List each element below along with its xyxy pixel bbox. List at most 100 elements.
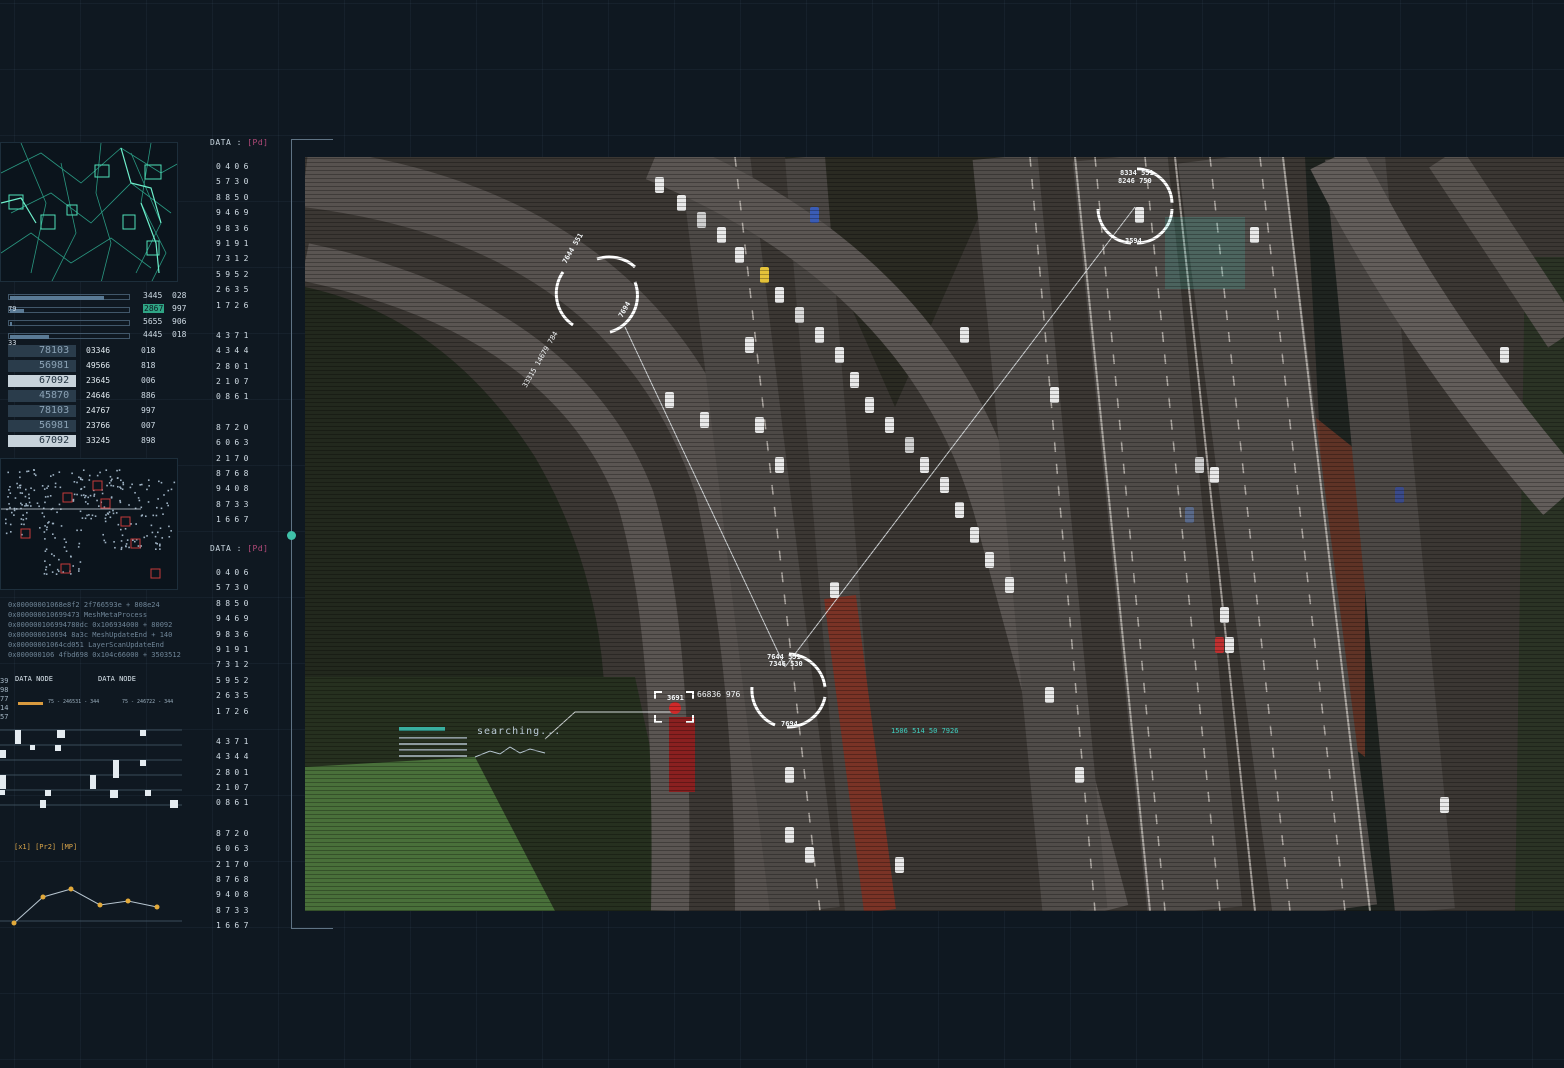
data-digit-row: 2635: [216, 691, 253, 701]
node-number: 57: [0, 713, 9, 721]
data-label: DATA: [210, 138, 232, 147]
log-line: 0x000000010694 8a3c MeshUpdateEnd + 140: [8, 631, 173, 639]
data-digit-row: 5952: [216, 675, 253, 685]
node-numbers: 39 98 77 14 57: [0, 677, 8, 722]
data-digit-row: 9836: [216, 629, 253, 639]
data-column-2: DATA : [Pd] 0406 5730 8850 9469 9836 9191 7312…: [210, 544, 270, 934]
data-tag: [Pd]: [247, 544, 269, 553]
stat-bar-fill: [10, 322, 12, 326]
signal-barcode: [0, 725, 182, 820]
data-node-title: DATA NODE: [98, 675, 136, 683]
data-digit-row: 2170: [216, 453, 253, 463]
data-header: DATA : [Pd]: [210, 138, 269, 147]
node-number: 39: [0, 677, 9, 685]
data-header: DATA : [Pd]: [210, 544, 269, 553]
data-digit-row: 5730: [216, 583, 253, 593]
id-value: 67092: [8, 375, 76, 387]
data-digit-row: 9469: [216, 208, 253, 218]
id-value: 56981: [8, 420, 76, 432]
data-digit-row: 8733: [216, 499, 253, 509]
id-value: 78103: [8, 345, 76, 357]
id-stat-2: 886: [141, 391, 156, 400]
target-box-label: 3691: [667, 694, 684, 702]
data-digit-row: 8768: [216, 875, 253, 885]
id-stat-1: 03346: [86, 346, 111, 355]
data-digit-row: 1726: [216, 706, 253, 716]
data-digit-row: 0861: [216, 392, 253, 402]
search-status: searching...: [477, 726, 562, 737]
data-digit-row: 8720: [216, 422, 253, 432]
highway-scene: [305, 157, 1564, 911]
data-digit-row: 1667: [216, 515, 253, 525]
data-digit-row: 7312: [216, 254, 253, 264]
aerial-viewport[interactable]: 8334 551 8246 750 3594 7644 551 7694 333…: [305, 157, 1564, 911]
id-stat-2: 018: [141, 346, 156, 355]
data-digit-row: 2801: [216, 361, 253, 371]
data-digit-row: 8850: [216, 598, 253, 608]
stat-bar-value-2: 997: [172, 304, 187, 313]
data-digit-row: 2635: [216, 285, 253, 295]
target-3-label-bottom: 7694: [781, 720, 798, 728]
id-stat-2: 007: [141, 421, 156, 430]
id-stat-1: 24767: [86, 406, 111, 415]
id-stat-2: 898: [141, 436, 156, 445]
node-number: 98: [0, 686, 9, 694]
coordinate-readout: 1506 514 50 7926: [891, 727, 959, 735]
data-node-block: 39 98 77 14 57 DATA NODE DATA NODE 75 - …: [0, 675, 182, 725]
stat-bar-value: 5655: [143, 317, 163, 326]
log-line: 0x000000010699473 MeshMetaProcess: [8, 611, 148, 619]
data-node-title: DATA NODE: [15, 675, 53, 683]
data-digit-row: 8768: [216, 469, 253, 479]
data-digit-row: 4371: [216, 736, 253, 746]
id-stat-2: 997: [141, 406, 156, 415]
stat-bar-value-2: 906: [172, 317, 187, 326]
left-panel: 3445 028 2867 997 79 5655 906 4445 018 3…: [0, 130, 187, 930]
world-map: [0, 458, 178, 590]
stat-bar-fill: [10, 296, 104, 300]
target-1-label-top: 8334 551: [1120, 169, 1154, 177]
id-stat-1: 49566: [86, 361, 111, 370]
log-line: 0x00000001064cd051 LayerScanUpdateEnd: [8, 641, 164, 649]
data-digit-row: 1667: [216, 921, 253, 931]
log-line: 0x000000106994780dc 0x106934000 + 80092: [8, 621, 173, 629]
target-1-label-bottom: 3594: [1125, 237, 1142, 245]
data-digit-row: 9408: [216, 484, 253, 494]
id-stat-1: 24646: [86, 391, 111, 400]
network-map: [0, 142, 178, 282]
data-digit-row: 1726: [216, 300, 253, 310]
target-3-label-mid: 7346 530: [769, 660, 803, 668]
node-stat: 75 - 246531 - 344: [48, 699, 100, 705]
id-value: 56981: [8, 360, 76, 372]
id-value: 67092: [8, 435, 76, 447]
data-tag: [Pd]: [247, 138, 269, 147]
data-digit-row: 9191: [216, 644, 253, 654]
id-value: 78103: [8, 405, 76, 417]
stat-bar-value: 4445: [143, 330, 163, 339]
data-digit-row: 9191: [216, 238, 253, 248]
data-digit-row: 0406: [216, 162, 253, 171]
hex-log: 0x00000001068e8f2 2f766593e + 808e24 0x0…: [8, 600, 181, 660]
data-digit-row: 2170: [216, 859, 253, 869]
data-column-1: DATA : [Pd] 0406 5730 8850 9469 9836 9191 7312…: [210, 138, 270, 528]
data-digit-row: 2801: [216, 767, 253, 777]
id-stat-2: 006: [141, 376, 156, 385]
data-digit-row: 8850: [216, 192, 253, 202]
data-digit-row: 4371: [216, 330, 253, 340]
stat-bar-value-2: 018: [172, 330, 187, 339]
node-number: 14: [0, 704, 9, 712]
data-digit-row: 9469: [216, 614, 253, 624]
data-digit-row: 8720: [216, 828, 253, 838]
log-line: 0x00000001068e8f2 2f766593e + 808e24: [8, 601, 160, 609]
target-3-side: 66836 976: [697, 690, 741, 699]
id-stat-1: 23645: [86, 376, 111, 385]
id-stat-1: 23766: [86, 421, 111, 430]
log-line: 0x000000106 4fbd698 0x104c66000 + 350351…: [8, 651, 181, 659]
mini-line-chart: [0, 835, 182, 930]
node-progress: [18, 702, 43, 705]
data-digit-row: 5730: [216, 177, 253, 187]
stat-bar-value: 3445: [143, 291, 163, 300]
data-digit-row: 6063: [216, 438, 253, 448]
id-value: 45870: [8, 390, 76, 402]
data-digit-row: 4344: [216, 346, 253, 356]
data-digit-row: 2107: [216, 783, 253, 793]
